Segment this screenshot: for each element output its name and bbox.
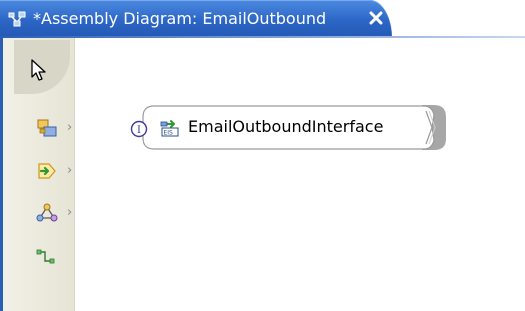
assembly-diagram-icon xyxy=(8,11,26,27)
import-export-icon xyxy=(38,163,56,179)
svg-text:I: I xyxy=(137,125,141,136)
submenu-chevron: › xyxy=(67,163,73,178)
editor-tab[interactable]: *Assembly Diagram: EmailOutbound xyxy=(0,0,392,38)
editor-tab-bar: *Assembly Diagram: EmailOutbound xyxy=(0,0,525,38)
interface-icon[interactable]: I xyxy=(130,120,148,138)
svg-text:EIS: EIS xyxy=(164,130,174,137)
editor-tab-title: *Assembly Diagram: EmailOutbound xyxy=(33,9,327,28)
close-icon[interactable] xyxy=(368,10,384,26)
eis-import-icon: EIS xyxy=(160,120,179,137)
select-arrow-icon xyxy=(31,59,46,81)
editor-border xyxy=(0,38,3,311)
submenu-chevron: › xyxy=(67,205,73,220)
assembly-editor-window: *Assembly Diagram: EmailOutbound › › › E… xyxy=(0,0,525,311)
node-label: EmailOutboundInterface xyxy=(188,117,384,136)
diagram-canvas[interactable] xyxy=(75,38,525,311)
component-icon xyxy=(37,119,57,137)
diagram-node-email-outbound-interface[interactable]: EIS EmailOutboundInterface xyxy=(140,103,450,152)
submenu-chevron: › xyxy=(67,120,73,135)
component-group-icon xyxy=(36,203,58,222)
wire-icon xyxy=(36,249,55,264)
